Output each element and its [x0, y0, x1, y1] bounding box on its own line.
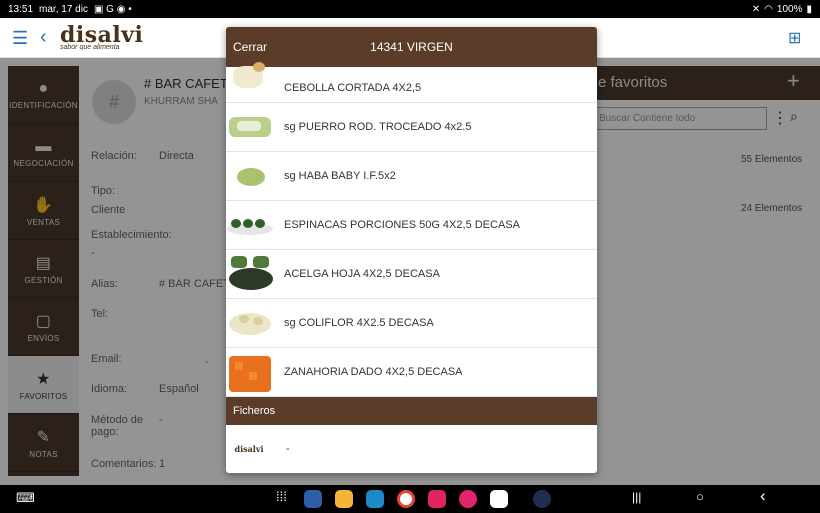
- battery-level: 100%: [776, 3, 803, 15]
- file-row[interactable]: disalvi -: [226, 425, 597, 473]
- files-section-header: Ficheros: [226, 397, 597, 425]
- product-name: ACELGA HOJA 4X2,5 DECASA: [284, 268, 440, 280]
- list-item[interactable]: sg COLIFLOR 4X2.5 DECASA: [226, 299, 597, 348]
- list-item[interactable]: sg HABA BABY I.F.5x2: [226, 152, 597, 201]
- status-time: 13:51: [8, 3, 34, 15]
- product-image: [227, 62, 274, 94]
- apps-grid-icon[interactable]: ⁞⁞⁞: [276, 489, 287, 504]
- play-store-icon[interactable]: [490, 490, 508, 508]
- chrome-app-icon[interactable]: [397, 490, 415, 508]
- product-name: sg HABA BABY I.F.5x2: [284, 170, 396, 182]
- product-modal: Cerrar 14341 VIRGEN CEBOLLA CORTADA 4X2,…: [226, 27, 597, 473]
- product-name: sg COLIFLOR 4X2.5 DECASA: [284, 317, 434, 329]
- notification-icons: ▣ G ◉ •: [93, 3, 132, 15]
- back-nav-icon[interactable]: ‹: [760, 486, 766, 506]
- list-item[interactable]: CEBOLLA CORTADA 4X2,5: [226, 57, 597, 103]
- product-image: [227, 156, 274, 196]
- product-image: [227, 205, 274, 245]
- list-item[interactable]: ZANAHORIA DADO 4X2,5 DECASA: [226, 348, 597, 397]
- settings-app-icon[interactable]: [304, 490, 322, 508]
- modal-title: 14341 VIRGEN: [370, 40, 453, 54]
- product-name: sg PUERRO ROD. TROCEADO 4x2.5: [284, 121, 472, 133]
- list-item[interactable]: sg PUERRO ROD. TROCEADO 4x2.5: [226, 103, 597, 152]
- mute-icon: ✕: [751, 3, 761, 15]
- product-name: CEBOLLA CORTADA 4X2,5: [284, 82, 422, 94]
- home-icon[interactable]: ○: [696, 489, 704, 504]
- file-thumbnail: disalvi: [234, 444, 264, 454]
- files-label: Ficheros: [233, 405, 276, 417]
- recent-apps-icon[interactable]: |||: [632, 490, 641, 504]
- status-bar: 13:51 mar, 17 dic ▣ G ◉ • ✕ ◠ 100% ▮: [0, 0, 820, 18]
- product-image: [227, 107, 274, 147]
- wifi-icon: ◠: [764, 3, 773, 15]
- product-image: [227, 303, 274, 343]
- list-item[interactable]: ACELGA HOJA 4X2,5 DECASA: [226, 250, 597, 299]
- calendar-app-icon[interactable]: [366, 490, 384, 508]
- list-item[interactable]: ESPINACAS PORCIONES 50G 4X2,5 DECASA: [226, 201, 597, 250]
- battery-icon: ▮: [806, 3, 812, 15]
- brand-tagline: sabor que alimenta: [60, 44, 120, 51]
- org-chart-icon[interactable]: ⊞: [788, 28, 801, 48]
- back-icon[interactable]: ‹: [40, 26, 47, 49]
- product-image: [227, 352, 274, 392]
- product-name: ESPINACAS PORCIONES 50G 4X2,5 DECASA: [284, 219, 520, 231]
- menu-icon[interactable]: ☰: [12, 28, 28, 49]
- product-image: [227, 254, 274, 294]
- file-name: -: [286, 443, 290, 455]
- keyboard-icon[interactable]: ⌨: [16, 490, 35, 506]
- app-icon[interactable]: [533, 490, 551, 508]
- files-app-icon[interactable]: [335, 490, 353, 508]
- status-date: mar, 17 dic: [39, 3, 88, 15]
- camera-app-icon[interactable]: [428, 490, 446, 508]
- blossom-app-icon[interactable]: [459, 490, 477, 508]
- product-name: ZANAHORIA DADO 4X2,5 DECASA: [284, 366, 463, 378]
